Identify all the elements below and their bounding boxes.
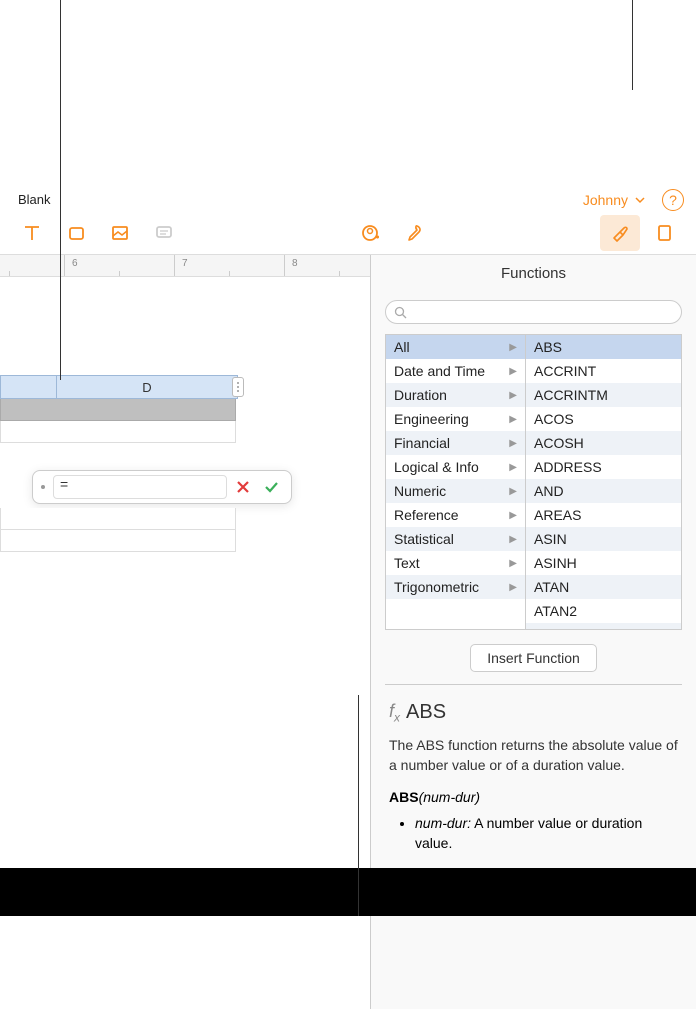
bottom-bar	[0, 868, 696, 916]
username-label[interactable]: Johnny	[583, 192, 628, 208]
media-tool-button[interactable]	[100, 215, 140, 251]
function-browser: All▶ Date and Time▶ Duration▶ Engineerin…	[385, 334, 682, 630]
arrow-right-icon: ▶	[509, 582, 517, 593]
category-item[interactable]: Text▶	[386, 551, 525, 575]
insert-function-button[interactable]: Insert Function	[470, 644, 597, 672]
category-item[interactable]: Trigonometric▶	[386, 575, 525, 599]
arrow-right-icon: ▶	[509, 438, 517, 449]
ruler-mark: 8	[292, 258, 298, 269]
function-item[interactable]: ASINH	[526, 551, 681, 575]
category-item[interactable]: All▶	[386, 335, 525, 359]
category-item[interactable]: Numeric▶	[386, 479, 525, 503]
chevron-down-icon[interactable]	[634, 194, 646, 206]
function-item[interactable]: AREAS	[526, 503, 681, 527]
formula-handle-icon[interactable]	[41, 485, 45, 489]
arrow-right-icon: ▶	[509, 534, 517, 545]
tools-button[interactable]	[394, 215, 434, 251]
category-list: All▶ Date and Time▶ Duration▶ Engineerin…	[386, 335, 526, 629]
table-header-row[interactable]	[0, 399, 236, 421]
column-resize-handle[interactable]	[232, 377, 244, 397]
function-detail: fx ABS The ABS function returns the abso…	[371, 685, 696, 870]
table-row[interactable]	[0, 530, 236, 552]
formula-input[interactable]: =	[53, 475, 227, 499]
function-item[interactable]: ATAN2	[526, 599, 681, 623]
arrow-right-icon: ▶	[509, 510, 517, 521]
column-header-spacer[interactable]	[0, 375, 56, 399]
question-icon: ?	[669, 192, 677, 208]
ruler-mark: 7	[182, 258, 188, 269]
ruler: 6 7 8	[0, 255, 370, 277]
category-item[interactable]: Duration▶	[386, 383, 525, 407]
parameter-item: num-dur: A number value or duration valu…	[415, 813, 678, 854]
function-list: ABS ACCRINT ACCRINTM ACOS ACOSH ADDRESS …	[526, 335, 681, 629]
search-icon	[394, 306, 407, 319]
arrow-right-icon: ▶	[509, 414, 517, 425]
column-label: D	[142, 380, 151, 395]
function-item[interactable]: ACCRINT	[526, 359, 681, 383]
table-rows-below	[0, 508, 236, 552]
category-item[interactable]: Reference▶	[386, 503, 525, 527]
callout-line	[632, 0, 633, 90]
callout-line	[60, 0, 61, 380]
category-item[interactable]: Financial▶	[386, 431, 525, 455]
confirm-button[interactable]	[259, 475, 283, 499]
category-item[interactable]: Engineering▶	[386, 407, 525, 431]
shape-tool-button[interactable]	[56, 215, 96, 251]
arrow-right-icon: ▶	[509, 390, 517, 401]
format-brush-button[interactable]	[600, 215, 640, 251]
category-item[interactable]: Logical & Info▶	[386, 455, 525, 479]
function-description: The ABS function returns the absolute va…	[389, 735, 678, 776]
top-margin-area	[0, 0, 696, 93]
arrow-right-icon: ▶	[509, 486, 517, 497]
arrow-right-icon: ▶	[509, 342, 517, 353]
category-item[interactable]: Statistical▶	[386, 527, 525, 551]
category-item[interactable]: Date and Time▶	[386, 359, 525, 383]
function-item[interactable]: ATANH	[526, 623, 681, 629]
function-item[interactable]: ACOS	[526, 407, 681, 431]
callout-line	[358, 695, 359, 916]
ruler-mark: 6	[72, 258, 78, 269]
table: D	[0, 375, 238, 443]
table-row[interactable]	[0, 508, 236, 530]
function-item[interactable]: ABS	[526, 335, 681, 359]
arrow-right-icon: ▶	[509, 462, 517, 473]
function-item[interactable]: AND	[526, 479, 681, 503]
arrow-right-icon: ▶	[509, 558, 517, 569]
arrow-right-icon: ▶	[509, 366, 517, 377]
text-tool-button[interactable]	[12, 215, 52, 251]
function-item[interactable]: ATAN	[526, 575, 681, 599]
titlebar: Blank Johnny ?	[0, 186, 696, 211]
function-item[interactable]: ACCRINTM	[526, 383, 681, 407]
function-item[interactable]: ASIN	[526, 527, 681, 551]
function-name-heading: ABS	[406, 701, 446, 724]
formula-editor: =	[32, 470, 292, 504]
user-section: Johnny ?	[583, 189, 684, 211]
fx-icon: fx	[389, 701, 400, 725]
search-input[interactable]	[385, 300, 682, 324]
function-syntax: ABS(num-dur)	[389, 789, 678, 805]
cancel-button[interactable]	[231, 475, 255, 499]
toolbar	[0, 211, 696, 255]
function-item[interactable]: ADDRESS	[526, 455, 681, 479]
function-item[interactable]: ACOSH	[526, 431, 681, 455]
column-header[interactable]: D	[56, 375, 238, 399]
document-title: Blank	[18, 192, 51, 207]
panel-title: Functions	[371, 255, 696, 292]
collab-button[interactable]	[350, 215, 390, 251]
document-options-button[interactable]	[644, 215, 684, 251]
help-button[interactable]: ?	[662, 189, 684, 211]
table-row[interactable]	[0, 421, 236, 443]
comment-tool-button[interactable]	[144, 215, 184, 251]
